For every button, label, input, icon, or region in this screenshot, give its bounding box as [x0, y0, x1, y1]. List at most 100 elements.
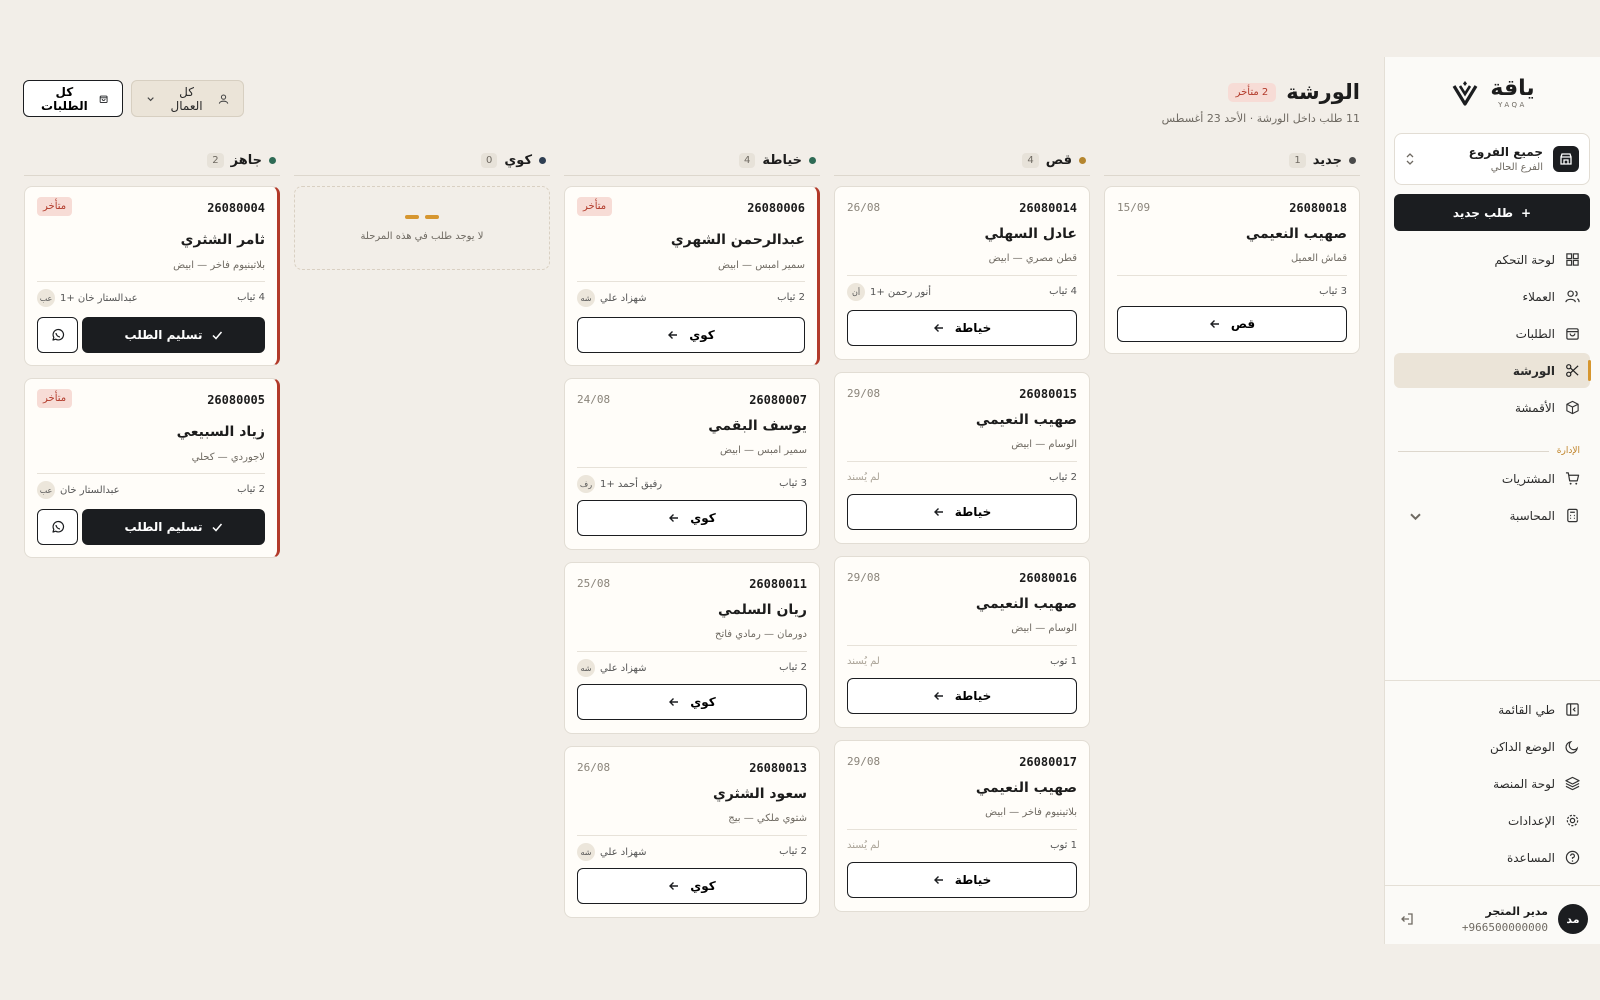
deliver-order-button[interactable]: تسليم الطلب: [82, 317, 265, 353]
action-label: خياطة: [954, 689, 992, 703]
action-label: كوي: [689, 328, 715, 342]
card-divider: [847, 275, 1077, 276]
layers-icon: [1565, 776, 1580, 791]
move-to-sewing-button[interactable]: خياطة: [847, 862, 1077, 898]
action-label: خياطة: [954, 505, 992, 519]
card-meta: 2 ثياب شهزاد علي شه: [577, 843, 807, 861]
order-card-late[interactable]: 26080006 متأخر عبدالرحمن الشهري سمير امب…: [564, 186, 820, 366]
empty-column-state: لا يوجد طلب في هذه المرحلة: [294, 186, 550, 270]
worker-avatar: شه: [577, 289, 595, 307]
column-title: جديد: [1312, 153, 1342, 168]
order-card[interactable]: 26080018 15/09 صهيب النعيمي قماش العميل …: [1104, 186, 1360, 354]
order-card[interactable]: 26080015 29/08 صهيب النعيمي الوسام — ابي…: [834, 372, 1090, 544]
nav-item-help[interactable]: المساعدة: [1394, 840, 1590, 875]
order-number: 26080013: [749, 761, 807, 775]
whatsapp-button[interactable]: [37, 317, 78, 353]
pieces-count: 2 ثياب: [777, 292, 805, 303]
nav-item-accounting[interactable]: المحاسبة: [1394, 498, 1590, 533]
nav-item-workshop[interactable]: الورشة: [1394, 353, 1591, 388]
chevron-down-icon: [1410, 513, 1421, 521]
nav-item-settings[interactable]: الإعدادات: [1394, 803, 1590, 838]
order-number: 26080016: [1019, 571, 1077, 585]
nav-item-dashboard[interactable]: لوحة التحكم: [1394, 242, 1590, 277]
new-order-button[interactable]: + طلب جديد: [1394, 194, 1590, 231]
column-count: 4: [738, 153, 756, 168]
page-header: الورشة 2 متأخر: [1227, 80, 1360, 104]
branch-subtitle: الفرع الحالي: [1490, 162, 1543, 173]
column-header: قص 4: [834, 146, 1090, 176]
column-cutting: قص 4 26080014 26/08 عادل السهلي قطن مصري…: [834, 146, 1090, 912]
workers-filter-dropdown[interactable]: كل العمال: [131, 80, 244, 117]
user-phone: +966500000000: [1461, 920, 1548, 934]
arrow-left-icon: [933, 508, 943, 516]
column-count: 1: [1289, 153, 1306, 168]
worker-name: رفيق أحمد +1: [600, 478, 663, 490]
nav-label: لوحة المنصة: [1493, 776, 1555, 791]
move-to-ironing-button[interactable]: كوي: [577, 868, 807, 904]
order-number: 26080018: [1289, 201, 1347, 215]
assigned-worker: شهزاد علي شه: [577, 843, 647, 861]
user-name: مدير المتجر: [1485, 904, 1548, 918]
worker-name: شهزاد علي: [600, 292, 647, 304]
nav-label: المساعدة: [1506, 850, 1555, 865]
user-profile[interactable]: مد مدير المتجر +966500000000: [1396, 904, 1588, 934]
whatsapp-button[interactable]: [37, 509, 78, 545]
arrow-left-icon: [669, 882, 679, 890]
move-to-ironing-button[interactable]: كوي: [577, 684, 807, 720]
logout-icon[interactable]: [1400, 912, 1414, 926]
worker-avatar: رف: [577, 475, 595, 493]
nav-label: طي القائمة: [1498, 702, 1555, 717]
late-count-badge: 2 متأخر: [1227, 82, 1277, 102]
branch-selector[interactable]: جميع الفروع الفرع الحالي: [1394, 133, 1590, 185]
order-card[interactable]: 26080016 29/08 صهيب النعيمي الوسام — ابي…: [834, 556, 1090, 728]
arrow-left-icon: [1209, 320, 1219, 328]
pieces-count: 4 ثياب: [1049, 286, 1077, 297]
due-date: 26/08: [847, 201, 881, 214]
card-meta: 1 ثوب لم يُسند: [847, 653, 1077, 671]
order-card[interactable]: 26080011 25/08 ريان السلمي دورمان — رماد…: [564, 562, 820, 734]
card-divider: [847, 461, 1077, 462]
pieces-count: 3 ثياب: [779, 478, 807, 489]
order-card[interactable]: 26080017 29/08 صهيب النعيمي بلاتينيوم فا…: [834, 740, 1090, 912]
sidebar-divider: [1385, 885, 1600, 886]
nav-item-platform[interactable]: لوحة المنصة: [1394, 766, 1590, 801]
column-count: 4: [1022, 153, 1039, 168]
worker-avatar: شه: [577, 659, 595, 677]
arrow-left-icon: [933, 324, 943, 332]
nav-item-collapse[interactable]: طي القائمة: [1394, 692, 1590, 727]
worker-name: عبدالستار خان +1: [60, 292, 138, 304]
order-card-late[interactable]: 26080005 متأخر زياد السبيعي لاجوردي — كح…: [24, 378, 280, 558]
card-meta: 1 ثوب لم يُسند: [847, 837, 1077, 855]
brand-logo[interactable]: ياقة YAQA: [1385, 77, 1600, 109]
sidebar: ياقة YAQA جميع الفروع الفرع الحالي + طلب…: [1384, 57, 1600, 944]
move-to-sewing-button[interactable]: خياطة: [847, 494, 1077, 530]
customer-name: صهيب النعيمي: [975, 780, 1077, 796]
nav-item-fabrics[interactable]: الأقمشة: [1394, 390, 1590, 425]
customer-name: زياد السبيعي: [176, 424, 265, 440]
nav-item-customers[interactable]: العملاء: [1394, 279, 1590, 314]
fabric-label: دورمان — رمادي فاتح: [715, 629, 807, 640]
all-orders-button[interactable]: كل الطلبات: [23, 80, 123, 117]
card-divider: [577, 281, 805, 282]
order-card[interactable]: 26080007 24/08 يوسف البقمي سمير امبس — ا…: [564, 378, 820, 550]
empty-column-text: لا يوجد طلب في هذه المرحلة: [360, 230, 484, 242]
brand-name-ar: ياقة: [1490, 76, 1535, 101]
card-divider: [847, 829, 1077, 830]
fabric-label: سمير امبس — ابيض: [720, 445, 807, 456]
pieces-count: 4 ثياب: [237, 292, 265, 303]
move-to-cutting-button[interactable]: قص: [1117, 306, 1347, 342]
moon-icon: [1565, 740, 1579, 754]
move-to-ironing-button[interactable]: كوي: [577, 500, 807, 536]
order-card[interactable]: 26080013 26/08 سعود الشثري شتوي ملكي — ب…: [564, 746, 820, 918]
column-header: جاهز 2: [24, 146, 280, 176]
move-to-sewing-button[interactable]: خياطة: [847, 678, 1077, 714]
order-card-late[interactable]: 26080004 متأخر ثامر الشثري بلاتينيوم فاخ…: [24, 186, 280, 366]
check-icon: [211, 523, 222, 532]
nav-item-dark-mode[interactable]: الوضع الداكن: [1394, 729, 1590, 764]
nav-item-orders[interactable]: الطلبات: [1394, 316, 1590, 351]
deliver-order-button[interactable]: تسليم الطلب: [82, 509, 265, 545]
nav-item-purchases[interactable]: المشتريات: [1394, 461, 1590, 496]
move-to-ironing-button[interactable]: كوي: [577, 317, 805, 353]
move-to-sewing-button[interactable]: خياطة: [847, 310, 1077, 346]
order-card[interactable]: 26080014 26/08 عادل السهلي قطن مصري — اب…: [834, 186, 1090, 360]
